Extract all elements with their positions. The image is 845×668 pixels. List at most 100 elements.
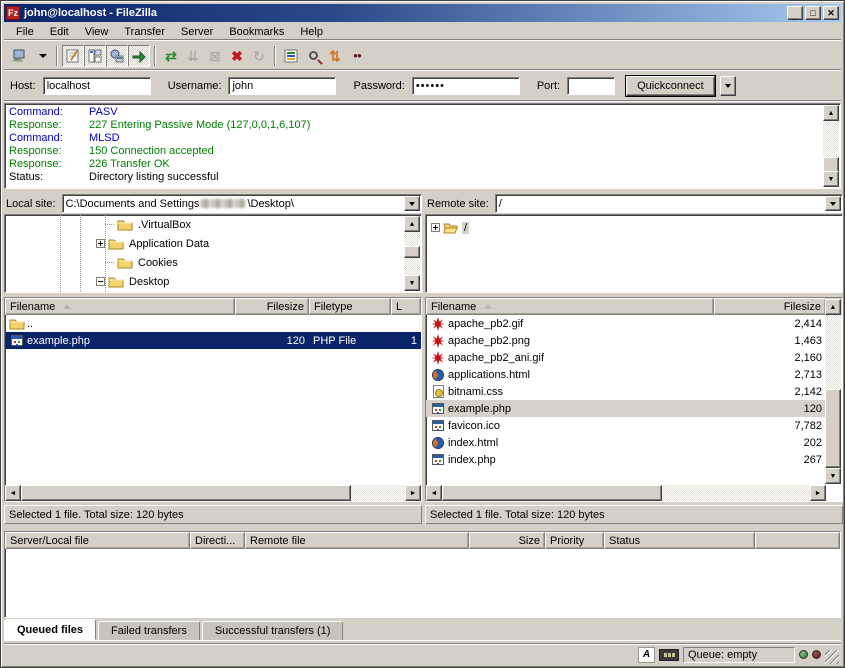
- column-filetype[interactable]: Filetype: [309, 298, 391, 315]
- process-queue-button[interactable]: ⇊: [182, 45, 204, 67]
- file-row[interactable]: apache_pb2.gif 2,414: [426, 315, 826, 332]
- combo-dropdown-button[interactable]: [404, 196, 420, 211]
- menu-file[interactable]: File: [8, 24, 42, 40]
- file-name: favicon.ico: [448, 420, 500, 432]
- disconnect-button[interactable]: ✖: [226, 45, 248, 67]
- file-row[interactable]: applications.html 2,713: [426, 366, 826, 383]
- apache-file-icon: [430, 316, 446, 332]
- scrollbar-thumb[interactable]: [825, 389, 841, 468]
- username-input[interactable]: [228, 77, 336, 95]
- file-row[interactable]: apache_pb2_ani.gif 2,160: [426, 349, 826, 366]
- file-row[interactable]: bitnami.css 2,142: [426, 383, 826, 400]
- column-server-local-file[interactable]: Server/Local file: [5, 532, 190, 549]
- local-list-body[interactable]: .. example.php 120 PHP File 1: [5, 315, 421, 484]
- column-last-modified[interactable]: L: [391, 298, 421, 315]
- minimize-button[interactable]: _: [787, 6, 803, 20]
- toggle-transfer-queue-button[interactable]: [128, 45, 150, 67]
- scrollbar-thumb[interactable]: [404, 246, 420, 258]
- file-row[interactable]: favicon.ico 7,782: [426, 417, 826, 434]
- menu-view[interactable]: View: [77, 24, 117, 40]
- scroll-up-icon[interactable]: ▲: [404, 216, 420, 232]
- column-filename[interactable]: Filename: [426, 298, 714, 315]
- quickconnect-dropdown[interactable]: [720, 76, 736, 96]
- scroll-down-icon[interactable]: ▼: [825, 468, 841, 484]
- collapse-icon[interactable]: [96, 277, 105, 286]
- expand-icon[interactable]: [431, 223, 440, 232]
- password-input[interactable]: [412, 77, 520, 95]
- combo-dropdown-button[interactable]: [825, 196, 841, 211]
- remote-list-vscrollbar[interactable]: ▲ ▼: [825, 299, 841, 484]
- scroll-up-icon[interactable]: ▲: [825, 299, 841, 315]
- file-row-selected[interactable]: example.php 120: [426, 400, 826, 417]
- local-site-combobox[interactable]: C:\Documents and Settings\Desktop\: [62, 194, 422, 213]
- tree-item-desktop[interactable]: Desktop: [96, 272, 171, 291]
- remote-site-combobox[interactable]: /: [495, 194, 843, 213]
- remote-list-hscrollbar[interactable]: ◄ ►: [426, 485, 826, 501]
- file-row[interactable]: apache_pb2.png 1,463: [426, 332, 826, 349]
- reconnect-button[interactable]: ↻: [248, 45, 270, 67]
- find-files-button[interactable]: ●●: [346, 45, 368, 67]
- resize-grip[interactable]: [825, 650, 839, 664]
- column-filesize[interactable]: Filesize: [714, 298, 826, 315]
- tab-successful-transfers[interactable]: Successful transfers (1): [202, 621, 344, 640]
- column-direction[interactable]: Directi...: [190, 532, 245, 549]
- tab-failed-transfers[interactable]: Failed transfers: [98, 621, 200, 640]
- refresh-button[interactable]: ⇄: [160, 45, 182, 67]
- menu-bookmarks[interactable]: Bookmarks: [221, 24, 292, 40]
- scroll-down-icon[interactable]: ▼: [823, 171, 839, 187]
- scroll-left-icon[interactable]: ◄: [5, 485, 21, 501]
- menu-help[interactable]: Help: [292, 24, 331, 40]
- column-filename[interactable]: Filename: [5, 298, 235, 315]
- column-priority[interactable]: Priority: [545, 532, 604, 549]
- scrollbar-thumb[interactable]: [442, 485, 662, 501]
- menu-server[interactable]: Server: [173, 24, 221, 40]
- file-row-example-php[interactable]: example.php 120 PHP File 1: [5, 332, 421, 349]
- file-row[interactable]: index.html 202: [426, 434, 826, 451]
- tree-item-root[interactable]: /: [431, 218, 469, 237]
- scroll-right-icon[interactable]: ►: [810, 485, 826, 501]
- file-row[interactable]: index.php 267: [426, 451, 826, 468]
- site-manager-button[interactable]: [8, 45, 30, 67]
- cancel-operation-button[interactable]: ⊠: [204, 45, 226, 67]
- remote-list-body[interactable]: apache_pb2.gif 2,414 apache_pb2.png 1,46…: [426, 315, 826, 484]
- local-tree-scrollbar[interactable]: ▲ ▼: [404, 216, 420, 291]
- close-button[interactable]: ✕: [823, 6, 839, 20]
- title-bar: Fz john@localhost - FileZilla _ □ ✕: [4, 4, 841, 22]
- column-size[interactable]: Size: [469, 532, 545, 549]
- directory-comparison-button[interactable]: [302, 45, 324, 67]
- tree-item-application-data[interactable]: Application Data: [96, 234, 211, 253]
- speed-limits-icon[interactable]: [659, 649, 679, 661]
- scroll-left-icon[interactable]: ◄: [426, 485, 442, 501]
- log-label: Status:: [9, 171, 89, 184]
- site-manager-dropdown[interactable]: [30, 45, 52, 67]
- local-list-hscrollbar[interactable]: ◄ ►: [5, 485, 421, 501]
- tree-item-cookies[interactable]: Cookies: [105, 253, 180, 272]
- scroll-up-icon[interactable]: ▲: [823, 105, 839, 121]
- column-filesize[interactable]: Filesize: [235, 298, 309, 315]
- remote-directory-tree[interactable]: /: [425, 214, 843, 293]
- column-status[interactable]: Status: [604, 532, 755, 549]
- scroll-right-icon[interactable]: ►: [405, 485, 421, 501]
- scrollbar-thumb[interactable]: [21, 485, 351, 501]
- maximize-button[interactable]: □: [805, 6, 821, 20]
- log-scrollbar[interactable]: ▲ ▼: [823, 105, 839, 187]
- column-remote-file[interactable]: Remote file: [245, 532, 469, 549]
- toggle-local-tree-button[interactable]: [84, 45, 106, 67]
- expand-icon[interactable]: [96, 239, 105, 248]
- host-input[interactable]: [43, 77, 151, 95]
- tree-item-virtualbox[interactable]: .VirtualBox: [105, 215, 193, 234]
- port-input[interactable]: [567, 77, 615, 95]
- transfer-type-ascii-icon[interactable]: A: [638, 647, 655, 663]
- menu-transfer[interactable]: Transfer: [116, 24, 173, 40]
- column-filler: [755, 532, 840, 549]
- synchronized-browsing-button[interactable]: ⇅: [324, 45, 346, 67]
- tab-queued-files[interactable]: Queued files: [4, 619, 96, 640]
- quickconnect-button[interactable]: Quickconnect: [626, 76, 715, 96]
- local-directory-tree[interactable]: .VirtualBox Application Data Cookies Des…: [4, 214, 422, 293]
- toggle-remote-tree-button[interactable]: [106, 45, 128, 67]
- filter-button[interactable]: [280, 45, 302, 67]
- file-row-parent-dir[interactable]: ..: [5, 315, 421, 332]
- menu-edit[interactable]: Edit: [42, 24, 77, 40]
- toggle-message-log-button[interactable]: [62, 45, 84, 67]
- scroll-down-icon[interactable]: ▼: [404, 275, 420, 291]
